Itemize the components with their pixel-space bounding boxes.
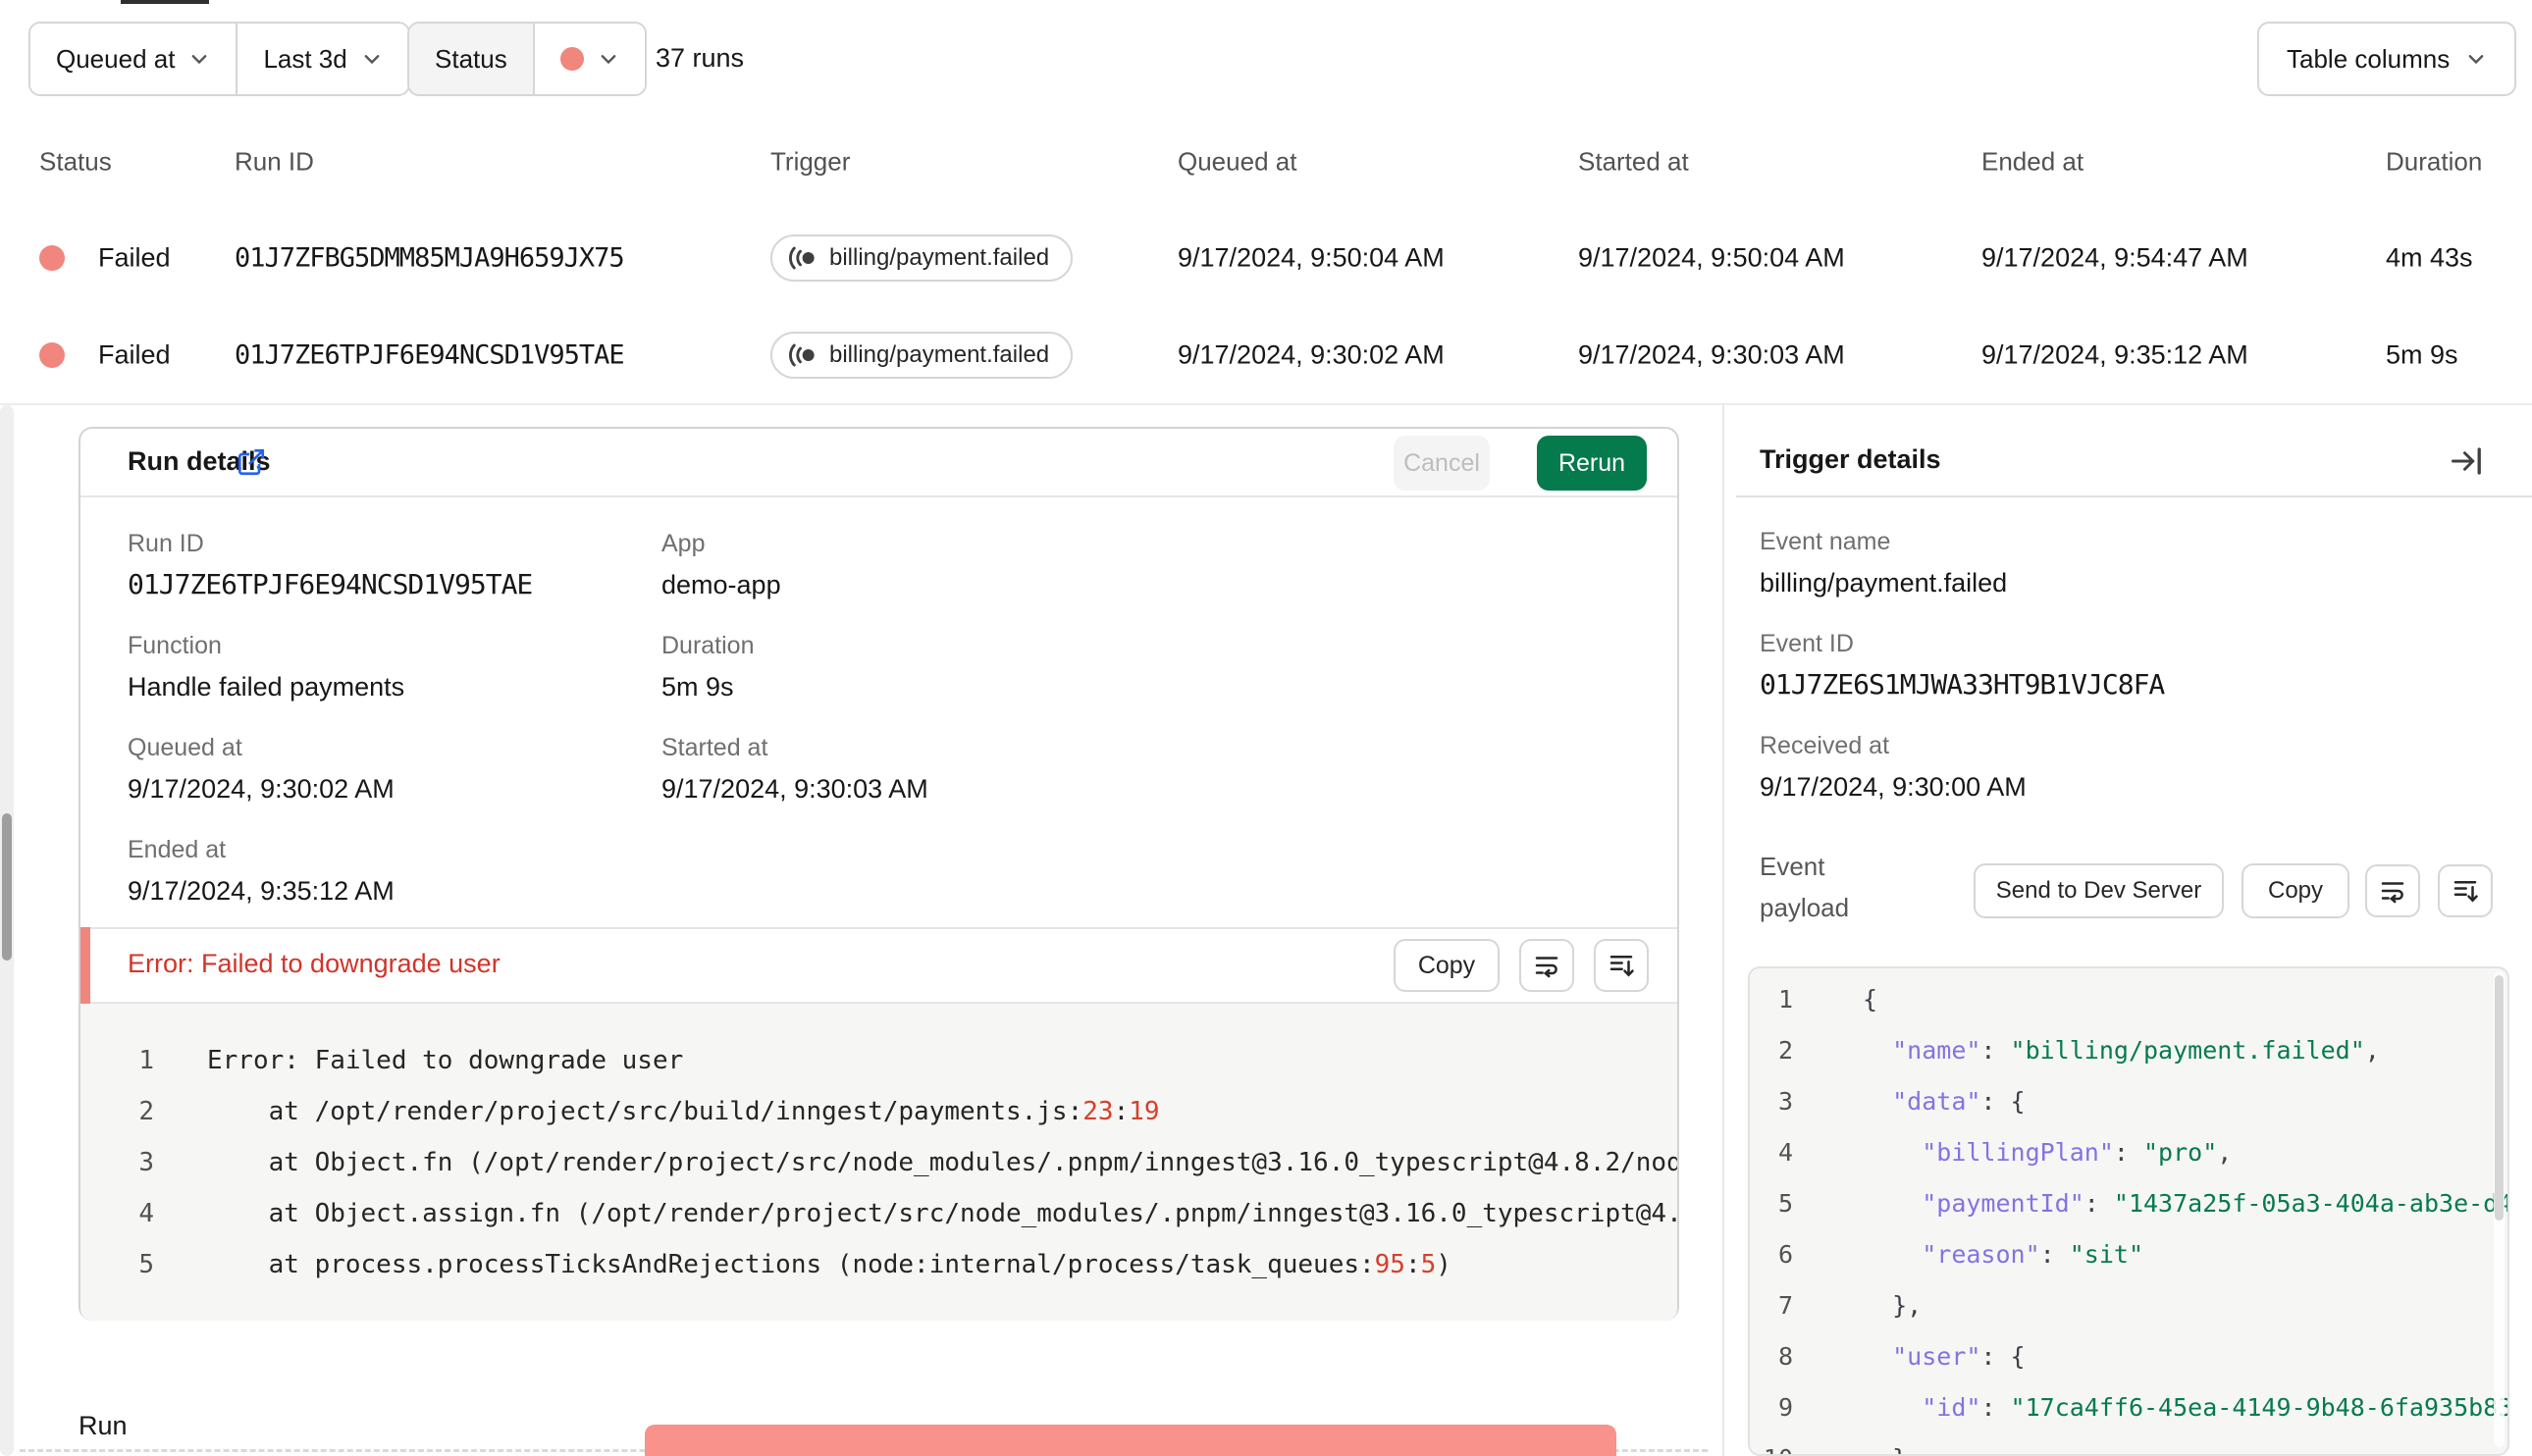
field-duration: Duration 5m 9s xyxy=(661,632,755,702)
active-tab-indicator xyxy=(121,0,209,4)
error-accent-bar xyxy=(80,927,90,1004)
time-filter-group: Queued at Last 3d xyxy=(28,22,410,96)
queued-at-value: 9/17/2024, 9:50:04 AM xyxy=(1178,242,1445,272)
field-app: App demo-app xyxy=(661,528,781,604)
started-at-value: 9/17/2024, 9:30:03 AM xyxy=(1578,339,1845,369)
run-details-header: Run details Cancel Rerun xyxy=(80,429,1677,497)
chevron-down-icon xyxy=(364,55,380,65)
pane-divider xyxy=(1722,403,1724,1456)
trigger-badge[interactable]: billing/payment.failed xyxy=(770,234,1074,282)
event-payload-label: Event xyxy=(1760,852,1825,881)
failed-status-dot-icon xyxy=(39,244,65,271)
chevron-down-icon xyxy=(2468,55,2484,65)
table-columns-button[interactable]: Table columns xyxy=(2257,22,2517,96)
scrollbar-thumb[interactable] xyxy=(2495,975,2504,1221)
field-run-id: Run ID 01J7ZE6TPJF6E94NCSD1V95TAE xyxy=(128,530,533,600)
status-filter-value-button[interactable] xyxy=(532,24,645,94)
trigger-details-title: Trigger details xyxy=(1760,444,1941,474)
field-started-at: Started at 9/17/2024, 9:30:03 AM xyxy=(661,734,928,804)
word-wrap-button[interactable] xyxy=(2365,864,2420,917)
field-event-id: Event ID 01J7ZE6S1MJWA33HT9B1VJC8FA xyxy=(1760,630,2165,701)
time-range-filter-button[interactable]: Last 3d xyxy=(236,24,408,94)
event-payload-json[interactable]: 1{2 "name": "billing/payment.failed", 3 "… xyxy=(1748,966,2509,1456)
table-header: Status Run ID Trigger Queued at Started … xyxy=(0,115,2532,211)
field-function: Function Handle failed payments xyxy=(128,630,404,706)
col-status: Status xyxy=(39,146,112,177)
run-details-panel: Run details Cancel Rerun Run ID 01J7ZE6T… xyxy=(79,427,1679,1321)
run-trace-bar[interactable] xyxy=(645,1425,1616,1456)
cancel-button[interactable]: Cancel xyxy=(1394,436,1490,491)
trigger-name: billing/payment.failed xyxy=(829,340,1050,368)
scrollbar-thumb[interactable] xyxy=(2,813,12,961)
external-link-icon[interactable] xyxy=(236,446,267,478)
copy-payload-button[interactable]: Copy xyxy=(2242,863,2349,918)
runs-dashboard: Queued at Last 3d Status 37 runs Table c… xyxy=(0,0,2532,1456)
function-link[interactable]: Handle failed payments xyxy=(128,667,404,706)
col-run-id: Run ID xyxy=(235,146,314,177)
send-to-dev-server-button[interactable]: Send to Dev Server xyxy=(1974,863,2224,918)
event-icon xyxy=(789,246,815,269)
chevron-down-icon xyxy=(601,55,616,65)
trigger-name: billing/payment.failed xyxy=(829,243,1050,271)
collapse-panel-icon[interactable] xyxy=(2449,443,2484,479)
filter-toolbar: Queued at Last 3d Status 37 runs Table c… xyxy=(0,0,2532,117)
run-id: 01J7ZE6TPJF6E94NCSD1V95TAE xyxy=(235,339,625,370)
scroll-to-bottom-button[interactable] xyxy=(1594,939,1649,992)
trigger-badge[interactable]: billing/payment.failed xyxy=(770,331,1074,379)
queued-at-filter-button[interactable]: Queued at xyxy=(30,24,237,94)
started-at-value: 9/17/2024, 9:50:04 AM xyxy=(1578,242,1845,272)
col-started-at: Started at xyxy=(1578,146,1689,177)
trace-run-label: Run xyxy=(79,1411,128,1440)
error-title: Error: Failed to downgrade user xyxy=(128,949,501,978)
queued-at-filter-label: Queued at xyxy=(56,43,176,74)
scroll-down-icon xyxy=(2453,881,2478,903)
table-row[interactable]: Failed 01J7ZE6TPJF6E94NCSD1V95TAE billin… xyxy=(0,306,2532,405)
word-wrap-icon xyxy=(2381,882,2404,904)
failed-status-dot-icon xyxy=(559,47,584,71)
status-text: Failed xyxy=(98,242,171,272)
scroll-to-bottom-button[interactable] xyxy=(2438,864,2493,917)
ended-at-value: 9/17/2024, 9:54:47 AM xyxy=(1981,242,2248,272)
table-row[interactable]: Failed 01J7ZFBG5DMM85MJA9H659JX75 billin… xyxy=(0,209,2532,308)
chevron-down-icon xyxy=(192,55,207,65)
event-payload-label: payload xyxy=(1760,893,1850,922)
trigger-header-divider xyxy=(1736,495,2532,497)
time-range-label: Last 3d xyxy=(263,43,347,74)
status-filter-group: Status xyxy=(407,22,647,96)
event-icon xyxy=(789,343,815,366)
status-filter-label: Status xyxy=(409,24,533,94)
status-text: Failed xyxy=(98,339,171,369)
col-duration: Duration xyxy=(2386,146,2483,177)
field-received-at: Received at 9/17/2024, 9:30:00 AM xyxy=(1760,732,2027,802)
col-ended-at: Ended at xyxy=(1981,146,2084,177)
queued-at-value: 9/17/2024, 9:30:02 AM xyxy=(1178,339,1445,369)
ended-at-value: 9/17/2024, 9:35:12 AM xyxy=(1981,339,2248,369)
word-wrap-icon xyxy=(1535,957,1558,978)
details-scrollbar[interactable] xyxy=(0,405,14,1456)
field-queued-at: Queued at 9/17/2024, 9:30:02 AM xyxy=(128,734,395,804)
field-event-name: Event name billing/payment.failed xyxy=(1760,528,2008,598)
scroll-down-icon xyxy=(1609,956,1634,977)
duration-value: 4m 43s xyxy=(2386,242,2473,272)
field-ended-at: Ended at 9/17/2024, 9:35:12 AM xyxy=(128,836,395,906)
col-trigger: Trigger xyxy=(770,146,851,177)
run-id: 01J7ZFBG5DMM85MJA9H659JX75 xyxy=(235,242,625,273)
copy-error-button[interactable]: Copy xyxy=(1394,939,1500,992)
failed-status-dot-icon xyxy=(39,341,65,368)
stack-trace-code[interactable]: 1 Error: Failed to downgrade user 2 at /op… xyxy=(80,1004,1677,1321)
runs-count: 37 runs xyxy=(656,43,745,73)
rerun-button[interactable]: Rerun xyxy=(1537,436,1647,491)
word-wrap-button[interactable] xyxy=(1519,939,1574,992)
col-queued-at: Queued at xyxy=(1178,146,1297,177)
duration-value: 5m 9s xyxy=(2386,339,2458,369)
app-link[interactable]: demo-app xyxy=(661,565,781,604)
